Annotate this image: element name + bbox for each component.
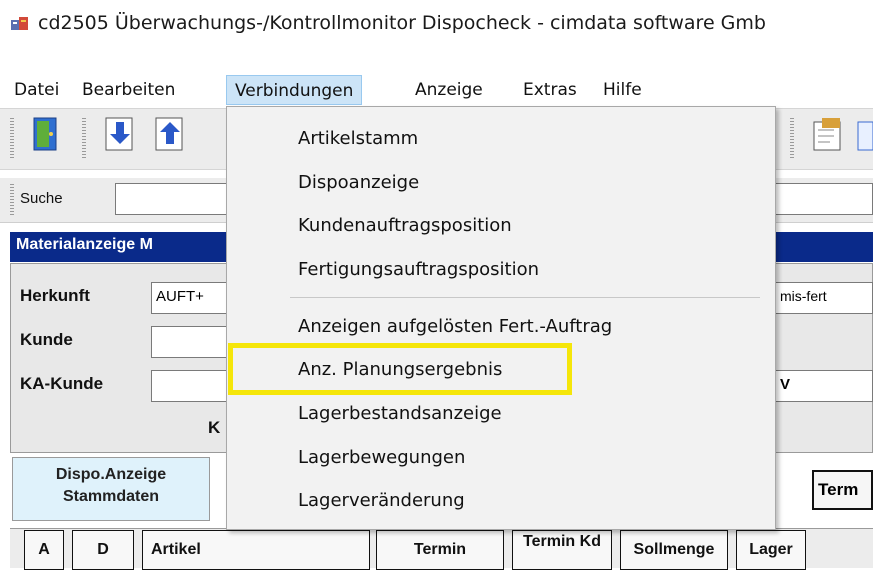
menu-item-artikelstamm[interactable]: Artikelstamm	[298, 128, 418, 149]
menu-anzeige[interactable]: Anzeige	[415, 75, 483, 105]
upload-button[interactable]	[150, 112, 190, 156]
menu-item-anzeigen-aufgeloesten-fert-auftrag[interactable]: Anzeigen aufgelösten Fert.-Auftrag	[298, 316, 612, 337]
menu-item-lagerbewegungen[interactable]: Lagerbewegungen	[298, 447, 465, 468]
menu-item-lagerveraenderung[interactable]: Lagerveränderung	[298, 490, 465, 511]
k-label: K	[208, 418, 221, 437]
menu-item-dispoanzeige[interactable]: Dispoanzeige	[298, 172, 419, 193]
toolbar-button-partial[interactable]	[852, 112, 873, 156]
dispo-label-line1: Dispo.Anzeige	[55, 466, 167, 483]
door-exit-icon	[33, 117, 57, 151]
col-header-termin-kd[interactable]: Termin Kd	[512, 530, 612, 570]
right-field-v[interactable]: V	[775, 370, 873, 402]
window-title: cd2505 Überwachungs-/Kontrollmonitor Dis…	[38, 12, 766, 34]
highlight-box	[228, 343, 572, 395]
edit-document-icon	[813, 118, 841, 151]
menu-datei[interactable]: Datei	[14, 75, 59, 105]
edit-button[interactable]	[808, 112, 848, 156]
toolbar-grip[interactable]	[10, 118, 14, 158]
search-label: Suche	[20, 190, 63, 207]
menu-bearbeiten[interactable]: Bearbeiten	[82, 75, 175, 105]
menu-hilfe[interactable]: Hilfe	[603, 75, 642, 105]
col-header-lager[interactable]: Lager	[736, 530, 806, 570]
app-icon	[11, 17, 28, 30]
menu-verbindungen[interactable]: Verbindungen	[226, 75, 363, 105]
menu-item-fertigungsauftragsposition[interactable]: Fertigungsauftragsposition	[298, 259, 539, 280]
menu-item-kundenauftragsposition[interactable]: Kundenauftragsposition	[298, 215, 512, 236]
herkunft-label: Herkunft	[20, 286, 90, 305]
kunde-label: Kunde	[20, 330, 73, 349]
searchbar-grip[interactable]	[10, 184, 14, 216]
right-field-top[interactable]: mis-fert	[775, 282, 873, 314]
col-header-artikel[interactable]: Artikel	[142, 530, 370, 570]
download-arrow-icon	[105, 117, 133, 151]
dispo-label-line2: Stammdaten	[62, 488, 160, 505]
menu-extras[interactable]: Extras	[523, 75, 577, 105]
term-button[interactable]: Term	[812, 470, 873, 510]
document-icon	[857, 121, 873, 151]
search-input-right[interactable]	[775, 183, 873, 215]
panel-title: Materialanzeige M	[16, 236, 153, 253]
col-header-sollmenge[interactable]: Sollmenge	[620, 530, 728, 570]
toolbar-grip[interactable]	[82, 118, 86, 158]
title-bar: cd2505 Überwachungs-/Kontrollmonitor Dis…	[0, 0, 873, 46]
dispo-anzeige-stammdaten-button[interactable]: Dispo.Anzeige Stammdaten	[12, 457, 210, 521]
toolbar-grip[interactable]	[790, 118, 794, 158]
col-header-a[interactable]: A	[24, 530, 64, 570]
upload-arrow-icon	[155, 117, 183, 151]
col-header-termin[interactable]: Termin	[376, 530, 504, 570]
col-header-d[interactable]: D	[72, 530, 134, 570]
exit-button[interactable]	[26, 112, 66, 156]
menu-separator	[290, 297, 760, 298]
download-button[interactable]	[100, 112, 140, 156]
menu-item-lagerbestandsanzeige[interactable]: Lagerbestandsanzeige	[298, 403, 502, 424]
ka-kunde-label: KA-Kunde	[20, 374, 104, 393]
